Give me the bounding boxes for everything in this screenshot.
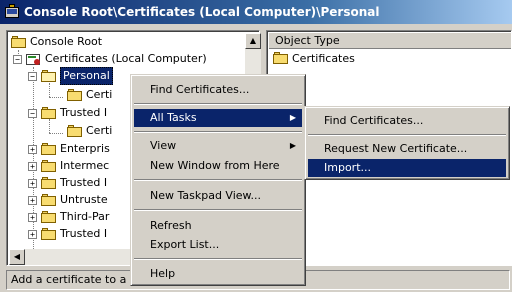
folder-icon: [11, 35, 27, 49]
tree-item-intermediate[interactable]: + Intermec: [28, 158, 109, 174]
open-folder-icon: [41, 69, 57, 83]
tree-item-trusted-root-certificates[interactable]: Certi: [67, 123, 112, 139]
column-header-object-type[interactable]: Object Type: [269, 33, 511, 49]
submenu-item-import[interactable]: Import...: [308, 159, 506, 177]
submenu-item-request-new-certificate[interactable]: Request New Certificate...: [308, 140, 506, 158]
folder-icon: [41, 142, 57, 156]
expand-icon[interactable]: +: [28, 195, 37, 205]
folder-icon: [41, 193, 57, 207]
collapse-icon[interactable]: −: [28, 71, 37, 81]
expand-icon[interactable]: +: [28, 212, 37, 222]
folder-icon: [41, 106, 57, 120]
folder-icon: [273, 52, 289, 65]
window-title: Console Root\Certificates (Local Compute…: [24, 5, 380, 19]
tree-item-untrusted[interactable]: + Untruste: [28, 192, 108, 208]
tree-item-trusted-publishers[interactable]: + Trusted I: [28, 175, 107, 191]
folder-icon: [41, 159, 57, 173]
menu-item-view[interactable]: View ▶: [134, 137, 302, 155]
tree-item-personal[interactable]: − Personal: [28, 67, 113, 85]
tree-item-enterprise[interactable]: + Enterpris: [28, 141, 110, 157]
status-text: Add a certificate to a: [11, 273, 127, 286]
tree-item-console-root[interactable]: Console Root: [11, 34, 102, 50]
submenu-arrow-icon: ▶: [289, 141, 296, 150]
list-item-certificates[interactable]: Certificates: [273, 52, 355, 65]
tree-item-personal-certificates[interactable]: Certi: [67, 87, 112, 103]
title-bar: Console Root\Certificates (Local Compute…: [0, 0, 512, 24]
expand-icon[interactable]: +: [28, 178, 37, 188]
tree-item-third-party[interactable]: + Third-Par: [28, 209, 109, 225]
submenu-arrow-icon: ▶: [289, 113, 296, 122]
expand-icon[interactable]: +: [28, 229, 37, 239]
scroll-up-button[interactable]: ▲: [245, 33, 261, 49]
tree-item-trusted-root[interactable]: − Trusted I: [28, 105, 107, 121]
certificates-snapin-icon: [26, 52, 42, 66]
collapse-icon[interactable]: −: [28, 108, 37, 118]
menu-item-find-certificates[interactable]: Find Certificates...: [134, 81, 302, 99]
folder-icon: [41, 210, 57, 224]
menu-item-export-list[interactable]: Export List...: [134, 236, 302, 254]
expand-icon[interactable]: +: [28, 144, 37, 154]
folder-icon: [67, 88, 83, 102]
tree-item-trusted-people[interactable]: + Trusted I: [28, 226, 107, 242]
folder-icon: [67, 124, 83, 138]
menu-item-all-tasks[interactable]: All Tasks ▶: [134, 109, 302, 127]
scroll-left-button[interactable]: ◀: [9, 249, 25, 265]
menu-item-refresh[interactable]: Refresh: [134, 217, 302, 235]
expand-icon[interactable]: +: [28, 161, 37, 171]
submenu-item-find-certificates[interactable]: Find Certificates...: [308, 112, 506, 130]
menu-item-help[interactable]: Help: [134, 265, 302, 283]
menu-item-new-taskpad[interactable]: New Taskpad View...: [134, 187, 302, 205]
folder-icon: [41, 176, 57, 190]
context-menu: Find Certificates... All Tasks ▶ View ▶ …: [130, 74, 306, 286]
folder-icon: [41, 227, 57, 241]
collapse-icon[interactable]: −: [13, 54, 22, 64]
mmc-app-icon: [4, 4, 20, 20]
menu-item-new-window[interactable]: New Window from Here: [134, 157, 302, 175]
all-tasks-submenu: Find Certificates... Request New Certifi…: [304, 106, 510, 180]
tree-item-certificates-local[interactable]: − Certificates (Local Computer): [13, 51, 207, 67]
